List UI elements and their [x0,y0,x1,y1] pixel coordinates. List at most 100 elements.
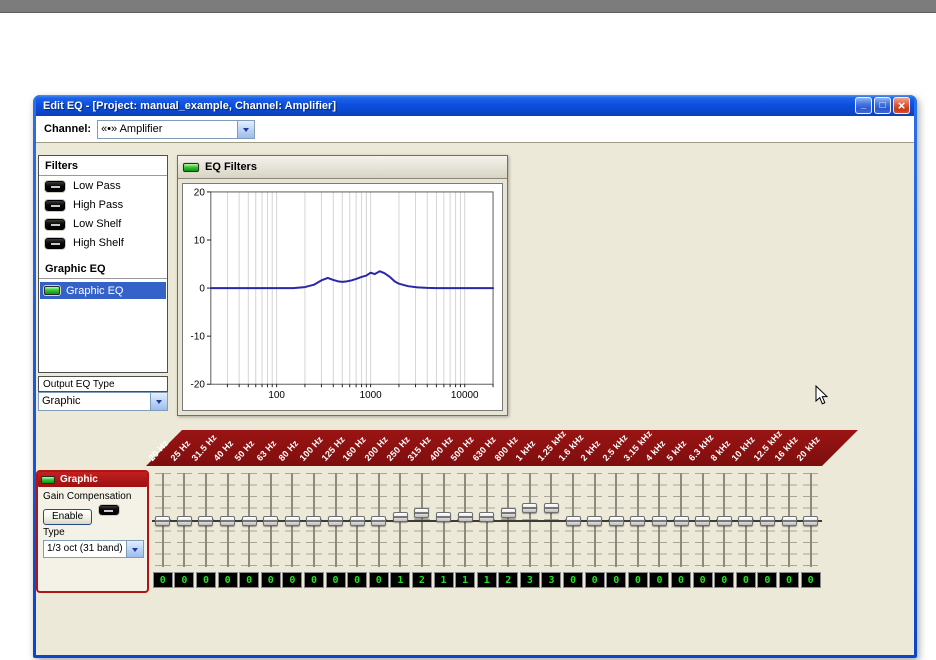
slider-thumb[interactable] [782,516,797,526]
band-value-display: 0 [326,572,346,588]
band-value-display: 0 [714,572,734,588]
eq-type-arrow-button[interactable] [126,541,143,557]
minimize-button[interactable]: _ [855,97,872,114]
band-value-display: 0 [585,572,605,588]
filter-item-low-pass[interactable]: Low Pass [39,176,167,195]
chevron-down-icon [243,128,249,135]
band-value-display: 0 [736,572,756,588]
slider-thumb[interactable] [350,516,365,526]
slider-thumb[interactable] [566,516,581,526]
slider-thumb[interactable] [674,516,689,526]
filter-toggle-icon [45,238,65,249]
svg-text:0: 0 [199,284,205,295]
slider-thumb[interactable] [717,516,732,526]
led-icon [183,163,199,172]
band-value-display: 0 [801,572,821,588]
maximize-button[interactable]: □ [874,97,891,114]
slider-thumb[interactable] [522,503,537,513]
slider-thumb[interactable] [458,512,473,522]
slider-thumb[interactable] [306,516,321,526]
enable-button[interactable]: Enable [43,509,92,525]
gain-compensation-label: Gain Compensation [43,491,142,502]
slider-thumb[interactable] [220,516,235,526]
type-label: Type [43,527,142,538]
slider-thumb[interactable] [263,516,278,526]
slider-thumb[interactable] [242,516,257,526]
channel-combobox-arrow-button[interactable] [237,121,254,138]
chevron-down-icon [132,548,138,555]
led-icon [41,476,55,484]
slider-thumb[interactable] [587,516,602,526]
slider-thumb[interactable] [177,516,192,526]
slider-thumb[interactable] [479,512,494,522]
band-value-display: 1 [455,572,475,588]
svg-text:1000: 1000 [360,390,383,401]
band-value-display: 0 [174,572,194,588]
slider-thumb[interactable] [544,503,559,513]
slider-thumb[interactable] [198,516,213,526]
channel-label: Channel: [44,123,91,135]
filter-item-high-shelf[interactable]: High Shelf [39,233,167,252]
eq-type-combobox[interactable]: 1/3 oct (31 band) [43,540,144,558]
channel-combobox-value: «•» Amplifier [98,121,237,138]
band-value-display: 0 [218,572,238,588]
filter-toggle-icon [45,219,65,230]
slider-thumb[interactable] [285,516,300,526]
output-eq-type-label: Output EQ Type [38,376,168,392]
slider-thumb[interactable] [695,516,710,526]
graphic-panel-body: Gain Compensation Enable Type 1/3 oct (3… [38,487,147,562]
band-value-display: 0 [671,572,691,588]
slider-thumb[interactable] [803,516,818,526]
channel-combobox[interactable]: «•» Amplifier [97,120,255,139]
slider-thumb[interactable] [760,516,775,526]
slider-thumb[interactable] [371,516,386,526]
band-value-display: 3 [541,572,561,588]
filter-item-high-pass[interactable]: High Pass [39,195,167,214]
eq-filters-panel: EQ Filters 10010001000020100-10-20 [177,155,508,416]
filters-panel-title: Filters [39,156,167,176]
filter-item-low-shelf[interactable]: Low Shelf [39,214,167,233]
band-value-display: 0 [304,572,324,588]
output-eq-type-arrow-button[interactable] [150,393,167,410]
slider-thumb[interactable] [436,512,451,522]
slider-thumb[interactable] [328,516,343,526]
band-value-display: 1 [390,572,410,588]
slider-thumb[interactable] [414,508,429,518]
svg-text:10: 10 [194,235,206,246]
band-value-display: 0 [347,572,367,588]
close-button[interactable]: × [893,97,910,114]
graphic-eq-selected-item[interactable]: Graphic EQ [40,282,166,299]
eq-type-value: 1/3 oct (31 band) [44,541,126,557]
slider-thumb[interactable] [393,512,408,522]
window-titlebar[interactable]: Edit EQ - [Project: manual_example, Chan… [36,95,914,116]
gain-compensation-toggle-icon[interactable] [99,505,119,515]
graphic-panel-title: Graphic [60,474,98,485]
band-value-display: 0 [628,572,648,588]
led-icon [44,286,60,295]
toggle-line [104,510,113,512]
filter-item-label: Low Shelf [73,218,121,230]
slider-thumb[interactable] [609,516,624,526]
slider-thumb[interactable] [155,516,170,526]
window-body: Channel: «•» Amplifier Filters Low PassH… [36,116,914,655]
graphic-panel-header: Graphic [38,472,147,487]
svg-text:-20: -20 [191,380,206,391]
client-area: Filters Low PassHigh Pass Low Shelf High S… [36,143,914,655]
output-eq-type-value: Graphic [39,393,150,410]
band-value-display: 0 [261,572,281,588]
slider-thumb[interactable] [738,516,753,526]
window-controls: _ □ × [855,97,910,114]
mouse-cursor [815,385,828,411]
channel-bar: Channel: «•» Amplifier [36,116,914,143]
slider-thumb[interactable] [630,516,645,526]
band-value-display: 0 [563,572,583,588]
eq-filters-header: EQ Filters [178,156,507,179]
slider-thumb[interactable] [652,516,667,526]
output-eq-type-combobox[interactable]: Graphic [38,392,168,411]
band-value-display: 0 [779,572,799,588]
slider-thumb[interactable] [501,508,516,518]
band-value-display: 0 [649,572,669,588]
frequency-band-background [146,430,858,466]
eq-chart: 10010001000020100-10-20 [183,184,502,410]
edit-eq-window: Edit EQ - [Project: manual_example, Chan… [33,95,917,658]
